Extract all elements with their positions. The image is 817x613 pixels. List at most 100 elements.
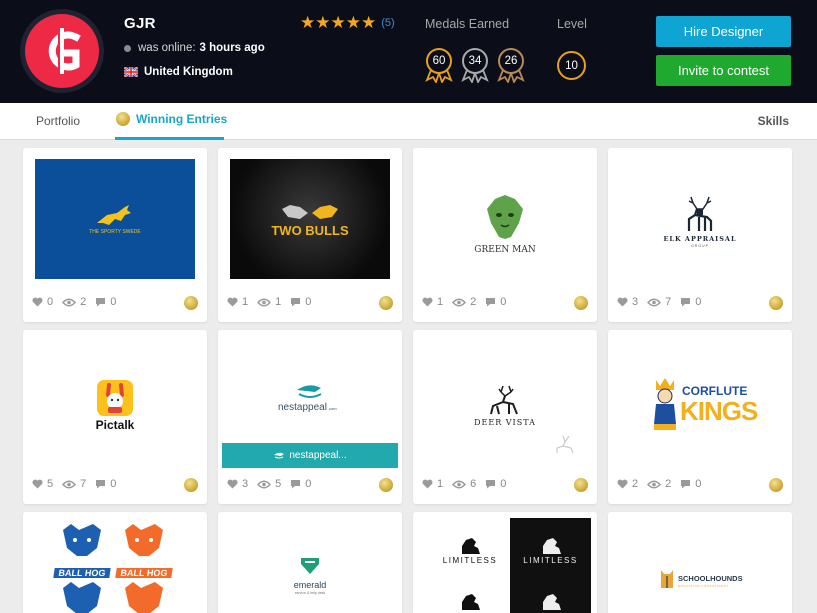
hire-designer-button[interactable]: Hire Designer (656, 16, 791, 47)
likes[interactable]: 3 (617, 296, 638, 308)
tab-portfolio[interactable]: Portfolio (36, 114, 80, 128)
views: 1 (257, 296, 281, 308)
likes[interactable]: 1 (227, 296, 248, 308)
invite-to-contest-button[interactable]: Invite to contest (656, 55, 791, 86)
views-count: 2 (470, 296, 477, 308)
lion-icon (462, 594, 480, 610)
entry-card[interactable]: Pictalk 5 7 0 (23, 330, 207, 504)
entry-thumbnail[interactable]: emerald service & help desk (218, 512, 402, 613)
entry-card[interactable]: SCHOOLHOUNDS EDUCATION CONSULTANCY (608, 512, 792, 613)
entry-card[interactable]: THE SPORTY SWEDE 0 2 0 (23, 148, 207, 322)
comments[interactable]: 0 (680, 296, 701, 308)
comment-icon (681, 298, 691, 307)
entry-card[interactable]: DEER VISTA 1 6 0 (413, 330, 597, 504)
comment-icon (96, 298, 106, 307)
views: 6 (452, 478, 476, 490)
country-name: United Kingdom (144, 66, 233, 78)
entry-thumbnail[interactable]: ELK APPRAISAL GROUP (608, 148, 792, 288)
likes[interactable]: 1 (422, 296, 443, 308)
entry-stats: 5 7 0 (32, 478, 125, 490)
comments[interactable]: 0 (485, 296, 506, 308)
comments-count: 0 (305, 478, 312, 490)
views: 2 (62, 296, 86, 308)
level-label: Level (557, 17, 587, 31)
star-icon: ★ (315, 13, 331, 32)
entry-hover-bar[interactable]: nestappeal... (222, 443, 398, 468)
entry-thumbnail[interactable]: GREEN MAN (413, 148, 597, 288)
likes[interactable]: 2 (617, 478, 638, 490)
entry-card[interactable]: TWO BULLS 1 1 0 (218, 148, 402, 322)
entry-card[interactable]: GREEN MAN 1 2 0 (413, 148, 597, 322)
entry-thumbnail[interactable]: SCHOOLHOUNDS EDUCATION CONSULTANCY (608, 512, 792, 613)
comments[interactable]: 0 (485, 478, 506, 490)
winning-coin-icon (379, 296, 393, 310)
entry-card[interactable]: LIMITLESS LIMITLESS (413, 512, 597, 613)
comments-count: 0 (110, 296, 117, 308)
logo-text: nestappeal (278, 402, 327, 413)
entry-card[interactable]: ELK APPRAISAL GROUP 3 7 0 (608, 148, 792, 322)
rating-count[interactable]: (5) (381, 17, 394, 29)
likes[interactable]: 0 (32, 296, 53, 308)
likes[interactable]: 5 (32, 478, 53, 490)
likes-count: 5 (47, 478, 54, 490)
likes[interactable]: 1 (422, 478, 443, 490)
pictalk-bunny-icon (97, 380, 133, 416)
heart-icon (422, 297, 433, 307)
online-label: was online: (138, 42, 196, 54)
views-count: 7 (665, 296, 672, 308)
heart-icon (227, 297, 238, 307)
entry-thumbnail[interactable]: Pictalk (23, 330, 207, 470)
entry-card[interactable]: nestappeal .com nestappeal... 3 5 0 (218, 330, 402, 504)
heart-icon (422, 479, 433, 489)
winning-coin-icon (184, 296, 198, 310)
comment-icon (291, 480, 301, 489)
bulls-icon (282, 205, 338, 219)
entry-thumbnail[interactable]: LIMITLESS LIMITLESS (413, 512, 597, 613)
entry-thumbnail[interactable]: DEER VISTA (413, 330, 597, 470)
eye-icon (257, 480, 272, 488)
views-count: 2 (665, 478, 672, 490)
profile-tabs: Portfolio Winning Entries Skills (0, 103, 817, 140)
entry-card[interactable]: BALL HOG BALL HOG (23, 512, 207, 613)
views-count: 5 (275, 478, 282, 490)
eye-icon (257, 298, 272, 306)
logo-subtext: EDUCATION CONSULTANCY (678, 584, 730, 588)
views-count: 7 (80, 478, 87, 490)
silver-medal: 34 (461, 47, 495, 85)
views: 5 (257, 478, 281, 490)
comments[interactable]: 0 (290, 478, 311, 490)
rating-stars[interactable]: ★ ★ ★ ★ ★ (5) (300, 14, 395, 31)
entry-card[interactable]: emerald service & help desk (218, 512, 402, 613)
entry-card[interactable]: CORFLUTE KINGS 2 2 0 (608, 330, 792, 504)
views: 7 (62, 478, 86, 490)
likes-count: 2 (632, 478, 639, 490)
comments-count: 0 (110, 478, 117, 490)
likes[interactable]: 3 (227, 478, 248, 490)
tab-skills[interactable]: Skills (758, 114, 789, 128)
entry-thumbnail[interactable]: THE SPORTY SWEDE (23, 148, 207, 288)
level-badge: 10 (557, 51, 586, 80)
uk-flag-icon (124, 67, 138, 77)
comments[interactable]: 0 (95, 478, 116, 490)
comments[interactable]: 0 (680, 478, 701, 490)
elk-icon (687, 196, 713, 231)
entry-thumbnail[interactable]: nestappeal .com nestappeal... (218, 330, 402, 470)
entry-stats: 3 5 0 (227, 478, 320, 490)
logo-text-second: KINGS (680, 396, 758, 426)
entry-thumbnail[interactable]: TWO BULLS (218, 148, 402, 288)
comments[interactable]: 0 (290, 296, 311, 308)
bronze-medal-count: 26 (504, 55, 518, 67)
logo-text: emerald (293, 580, 327, 590)
comments[interactable]: 0 (95, 296, 116, 308)
entry-thumbnail[interactable]: CORFLUTE KINGS (608, 330, 792, 470)
entry-thumbnail[interactable]: BALL HOG BALL HOG (23, 512, 207, 613)
avatar[interactable] (20, 9, 104, 93)
likes-count: 3 (632, 296, 639, 308)
green-man-face-icon (487, 195, 523, 239)
coin-icon (116, 112, 130, 126)
online-status: was online: 3 hours ago (124, 42, 265, 54)
tab-winning-entries[interactable]: Winning Entries (116, 112, 227, 126)
deer-watermark-icon (556, 435, 574, 454)
online-value: 3 hours ago (199, 42, 265, 54)
gold-medal-count: 60 (432, 55, 446, 67)
